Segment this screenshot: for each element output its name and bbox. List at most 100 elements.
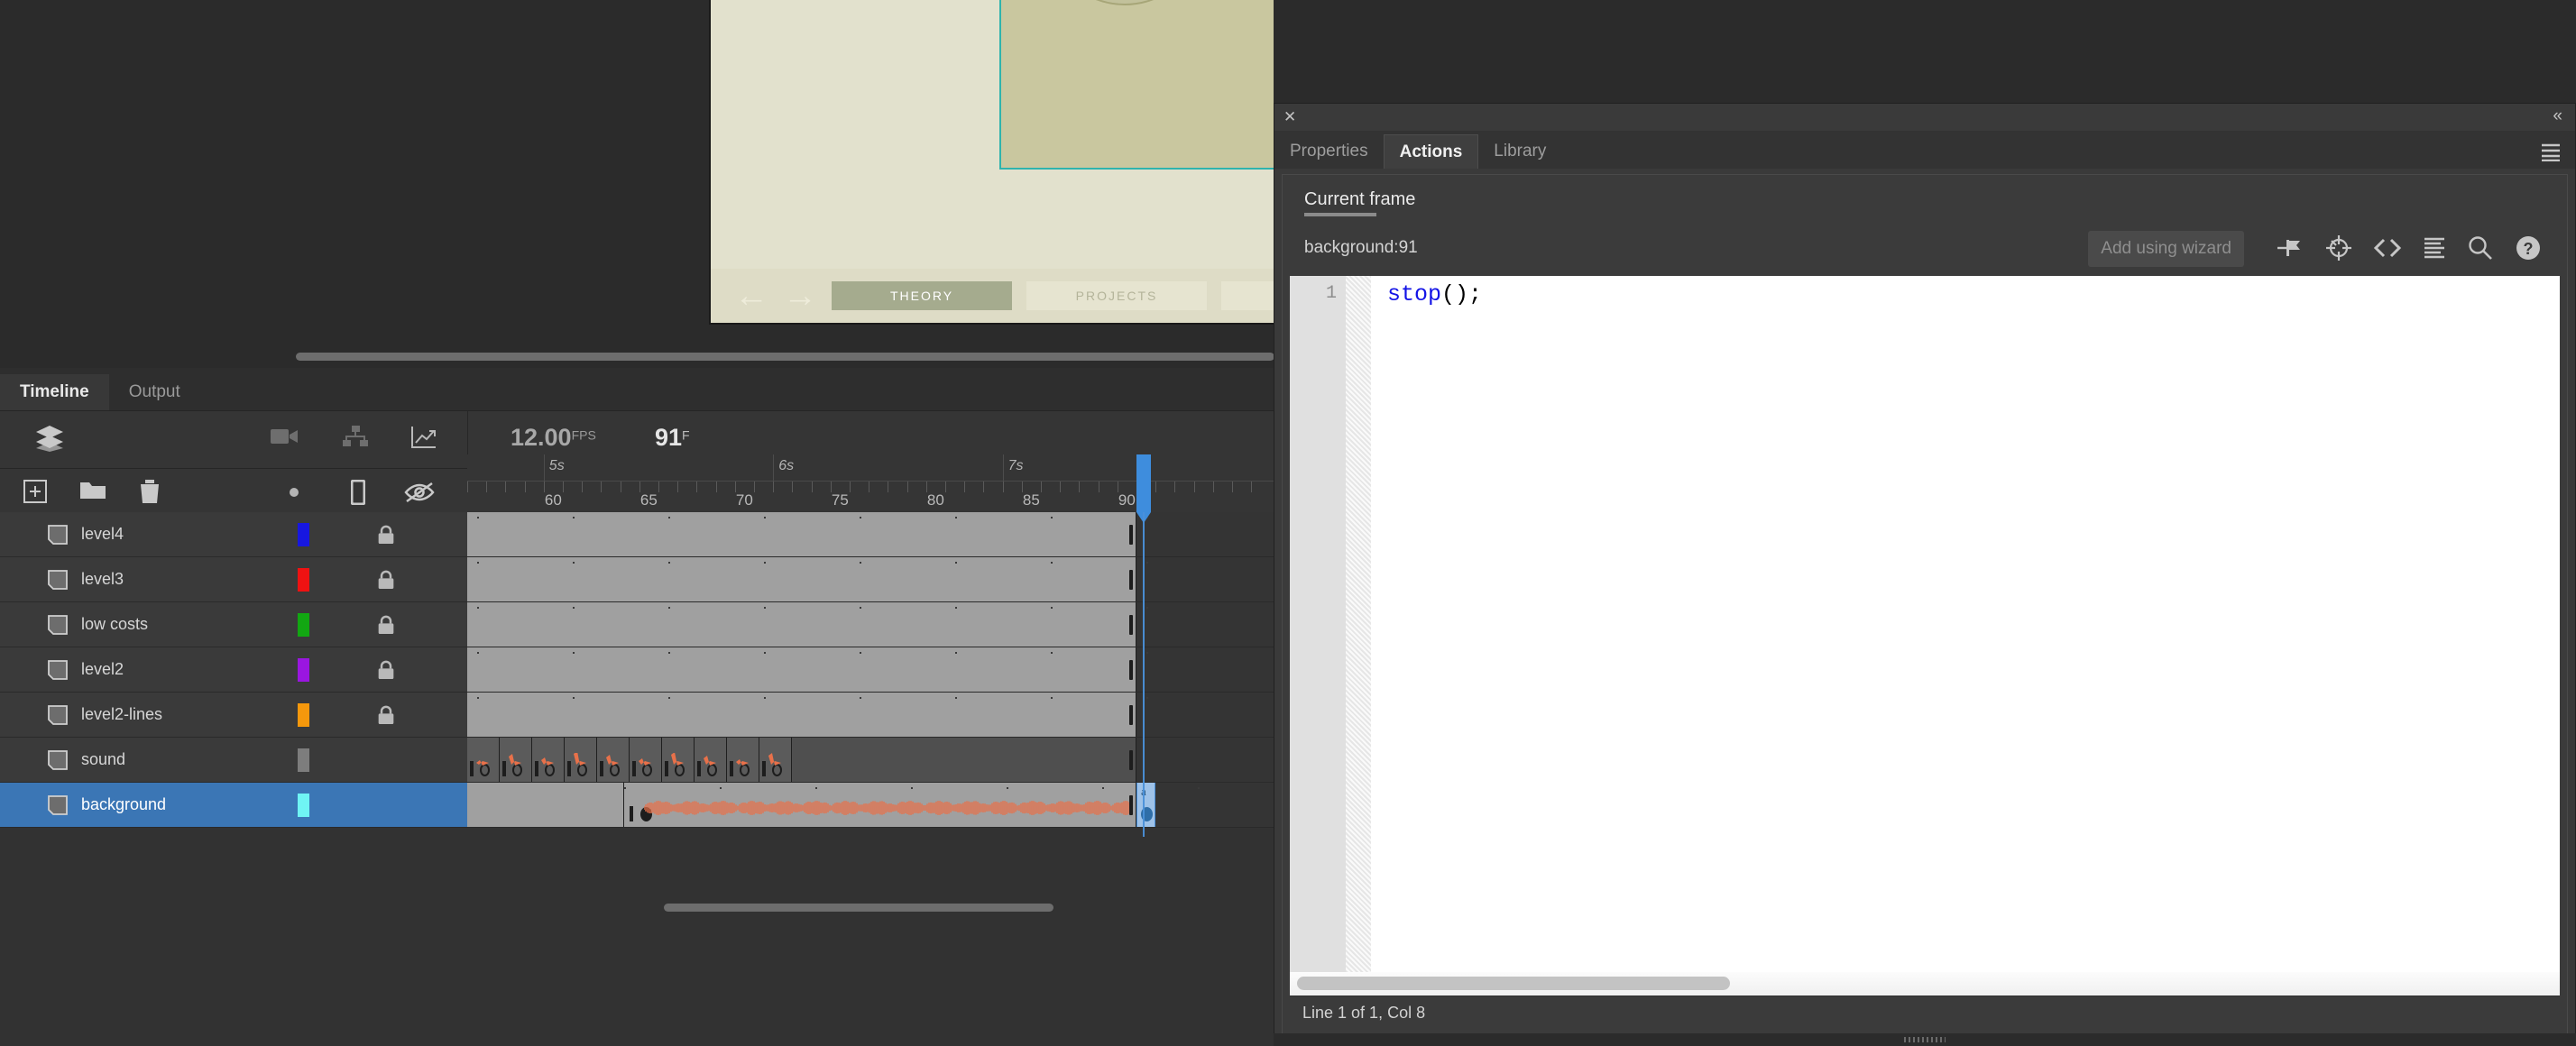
frame-span-with-sound[interactable]: [624, 783, 1200, 827]
nav-button-theory[interactable]: THEORY: [832, 281, 1012, 310]
frame-row-level2[interactable]: [467, 647, 1274, 693]
arrow-left-icon[interactable]: ←: [734, 279, 768, 313]
current-frame-display[interactable]: 91F: [655, 424, 690, 452]
layer-row-level2-lines[interactable]: level2-lines: [0, 693, 467, 738]
grip-lines-icon: [1904, 1037, 1946, 1042]
layer-color-swatch[interactable]: [298, 612, 309, 637]
layer-row-low-costs[interactable]: low costs: [0, 602, 467, 647]
delete-layer-icon[interactable]: [139, 480, 161, 504]
graph-icon[interactable]: [411, 426, 437, 449]
frame-span[interactable]: [467, 602, 1148, 647]
scrollbar-thumb[interactable]: [1297, 977, 1730, 990]
frame-unit: F: [682, 427, 690, 443]
layer-row-sound[interactable]: sound: [0, 738, 467, 783]
layer-lock-icon[interactable]: [377, 570, 395, 590]
add-layer-icon[interactable]: [23, 480, 47, 504]
panel-menu-icon[interactable]: [2541, 143, 2561, 161]
scrollbar-thumb[interactable]: [296, 353, 1274, 361]
tab-timeline[interactable]: Timeline: [0, 374, 109, 410]
ruler-second-divider: [543, 454, 545, 482]
sound-keyframe-cell[interactable]: [532, 738, 565, 782]
scrollbar-thumb[interactable]: [664, 904, 1053, 912]
app-window: gain productivity strengthen a market sh…: [0, 0, 2576, 1046]
nav-button-projects[interactable]: PROJECTS: [1026, 281, 1207, 310]
sound-keyframe-cell[interactable]: [759, 738, 792, 782]
layer-color-swatch[interactable]: [298, 702, 309, 727]
frame-span[interactable]: [467, 557, 1148, 601]
code-snippet-icon[interactable]: [2374, 237, 2401, 259]
ruler-tick: [792, 482, 794, 492]
new-folder-icon[interactable]: [79, 480, 106, 504]
sound-keyframe-cell[interactable]: [727, 738, 759, 782]
ruler-tick: [811, 482, 813, 492]
frame-span[interactable]: [467, 693, 1148, 737]
code-horizontal-scrollbar[interactable]: [1290, 972, 2560, 996]
sound-keyframe-cell[interactable]: [500, 738, 532, 782]
sound-frame-span[interactable]: [792, 738, 1136, 782]
device-icon[interactable]: [343, 480, 373, 505]
add-using-wizard-button[interactable]: Add using wizard: [2088, 231, 2244, 267]
code-keyword: stop: [1387, 281, 1442, 307]
collapse-left-icon[interactable]: «: [2553, 106, 2562, 126]
sound-keyframe-cell[interactable]: [467, 738, 500, 782]
panel-resize-grip[interactable]: [1274, 1033, 2576, 1046]
align-lines-icon[interactable]: [2423, 236, 2446, 260]
tab-library[interactable]: Library: [1478, 134, 1561, 169]
animation-canvas[interactable]: gain productivity strengthen a market sh…: [709, 0, 1274, 325]
code-fold-margin[interactable]: [1346, 276, 1371, 972]
pin-script-icon[interactable]: [2277, 237, 2304, 259]
code-editor[interactable]: 1 stop();: [1290, 276, 2560, 972]
hide-eye-icon[interactable]: [399, 481, 440, 504]
sound-keyframe-cell[interactable]: [695, 738, 727, 782]
layer-lock-icon[interactable]: [377, 705, 395, 725]
frame-row-low-costs[interactable]: [467, 602, 1274, 647]
layer-color-swatch[interactable]: [298, 748, 309, 772]
close-icon[interactable]: ✕: [1283, 108, 1296, 126]
layer-color-swatch[interactable]: [298, 793, 309, 817]
frame-span[interactable]: [467, 512, 1148, 556]
layer-row-level2[interactable]: level2: [0, 647, 467, 693]
camera-icon[interactable]: [271, 426, 299, 449]
layer-color-swatch[interactable]: [298, 567, 309, 592]
selected-keyframe[interactable]: a: [1136, 783, 1156, 827]
sound-waveform-icon: [736, 759, 749, 766]
frame-span[interactable]: [467, 647, 1148, 692]
timeline-ruler[interactable]: 5s 6s 7s 60 65 70 75 80 85 90: [467, 454, 1274, 512]
layer-lock-icon[interactable]: [377, 615, 395, 635]
output-dot-icon[interactable]: [271, 487, 317, 498]
fps-display[interactable]: 12.00FPS: [511, 424, 596, 452]
nav-button-the[interactable]: THE: [1221, 281, 1274, 310]
frame-span[interactable]: [467, 783, 624, 827]
layer-lock-icon[interactable]: [377, 525, 395, 545]
tab-actions[interactable]: Actions: [1383, 134, 1479, 169]
frame-row-level2-lines[interactable]: [467, 693, 1274, 738]
frame-row-level4[interactable]: [467, 512, 1274, 557]
help-icon[interactable]: ?: [2515, 234, 2542, 262]
layer-name: level2: [81, 660, 124, 678]
layer-row-background[interactable]: background: [0, 783, 467, 828]
timeline-horizontal-scrollbar[interactable]: [467, 896, 1274, 920]
timeline-frames[interactable]: a: [467, 512, 1274, 828]
selection-box[interactable]: [999, 0, 1274, 170]
frame-row-level3[interactable]: [467, 557, 1274, 602]
sound-keyframe-cell[interactable]: [565, 738, 597, 782]
search-icon[interactable]: [2468, 235, 2493, 261]
stage-horizontal-scrollbar[interactable]: [0, 347, 1274, 367]
layer-color-swatch[interactable]: [298, 522, 309, 546]
arrow-right-icon[interactable]: →: [783, 279, 817, 313]
tab-output[interactable]: Output: [109, 374, 200, 410]
layer-row-level3[interactable]: level3: [0, 557, 467, 602]
layer-row-level4[interactable]: level4: [0, 512, 467, 557]
sound-keyframe-cell[interactable]: [597, 738, 630, 782]
find-target-icon[interactable]: [2325, 234, 2352, 262]
code-content[interactable]: stop();: [1371, 276, 2560, 972]
tab-properties[interactable]: Properties: [1274, 134, 1384, 169]
frame-row-background[interactable]: a: [467, 783, 1274, 828]
frame-row-sound[interactable]: [467, 738, 1274, 783]
sound-keyframe-cell[interactable]: [662, 738, 695, 782]
layer-lock-icon[interactable]: [377, 660, 395, 680]
hierarchy-icon[interactable]: [343, 426, 368, 449]
playhead-handle[interactable]: [1136, 454, 1151, 523]
sound-keyframe-cell[interactable]: [630, 738, 662, 782]
layer-color-swatch[interactable]: [298, 657, 309, 682]
